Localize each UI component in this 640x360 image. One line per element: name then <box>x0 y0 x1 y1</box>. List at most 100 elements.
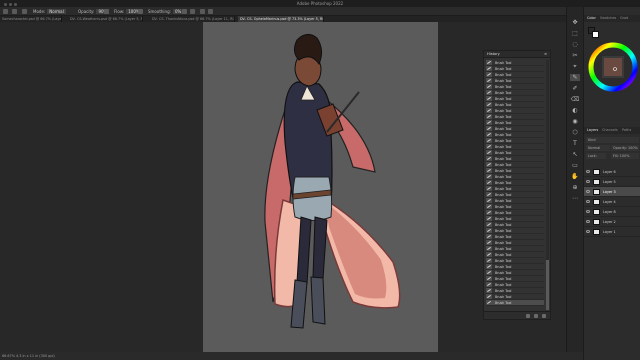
visibility-eye-icon[interactable] <box>586 200 590 203</box>
history-scroll-thumb[interactable] <box>546 260 549 310</box>
move-tool-icon[interactable]: ✥ <box>570 19 580 26</box>
type-tool-icon[interactable]: T <box>570 140 580 147</box>
brush-tool-icon <box>486 120 492 125</box>
mode-control[interactable]: Mode: Normal <box>33 9 66 14</box>
layer-name: Layer 2 <box>603 220 616 224</box>
path-select-tool-icon[interactable]: ↖ <box>570 151 580 158</box>
layer-row[interactable]: Layer 2 <box>584 217 640 227</box>
history-item-label: Brush Tool <box>495 216 512 221</box>
history-item-label: Brush Tool <box>495 210 512 215</box>
lock-controls[interactable]: Lock: <box>586 153 606 159</box>
history-item-label: Brush Tool <box>495 132 512 137</box>
layer-row[interactable]: Layer 3 <box>584 187 640 197</box>
eraser-tool-icon[interactable]: ⌫ <box>570 96 580 103</box>
visibility-eye-icon[interactable] <box>586 210 590 213</box>
symmetry-icon[interactable] <box>208 9 213 14</box>
history-item[interactable]: Brush Tool <box>486 300 544 306</box>
layer-row[interactable]: Layer 1 <box>584 227 640 237</box>
blend-mode-dropdown[interactable]: Normal <box>586 145 610 151</box>
secondary-tool-strip: ✥ ⬚ ◌ ✂ ⌖ ✎ ✐ ⌫ ◐ ◉ ⬡ T ↖ ▭ ✋ ⊕ ⋯ <box>566 7 583 352</box>
home-icon[interactable] <box>3 9 8 14</box>
history-list: Brush Tool Brush Tool Brush Tool Brush Tool… <box>486 60 544 310</box>
layer-thumbnail <box>593 179 600 185</box>
brush-settings-icon[interactable] <box>22 9 27 14</box>
opacity-label: Opacity: <box>78 9 95 14</box>
history-item-label: Brush Tool <box>495 192 512 197</box>
hand-tool-icon[interactable]: ✋ <box>570 173 580 180</box>
history-scrollbar[interactable] <box>546 60 549 310</box>
visibility-eye-icon[interactable] <box>586 230 590 233</box>
history-item-label: Brush Tool <box>495 180 512 185</box>
brush-tool-icon <box>486 66 492 71</box>
rectangle-tool-icon[interactable]: ▭ <box>570 162 580 169</box>
brush-tool-icon <box>486 270 492 275</box>
tab-gradients[interactable]: Grad <box>620 16 628 20</box>
history-item-label: Brush Tool <box>495 300 512 305</box>
history-item-label: Brush Tool <box>495 150 512 155</box>
history-footer <box>484 311 550 319</box>
layer-filter-kind[interactable]: Kind <box>586 137 639 143</box>
layer-opacity-control[interactable]: Opacity: 100% <box>611 145 639 151</box>
brush-tool-icon <box>486 234 492 239</box>
mode-dropdown[interactable]: Normal <box>47 9 66 14</box>
brush-tool-icon <box>486 144 492 149</box>
history-item-label: Brush Tool <box>495 240 512 245</box>
history-item-label: Brush Tool <box>495 102 512 107</box>
zoom-tool-icon[interactable]: ⊕ <box>570 184 580 191</box>
brush-preset-icon[interactable] <box>12 9 17 14</box>
background-color-swatch[interactable] <box>592 31 599 38</box>
brush-tool-icon <box>486 186 492 191</box>
visibility-eye-icon[interactable] <box>586 170 590 173</box>
tab-color[interactable]: Color <box>587 16 596 20</box>
pressure-opacity-icon[interactable] <box>104 9 109 14</box>
layer-row[interactable]: Layer 8 <box>584 207 640 217</box>
brush-tool-icon <box>486 252 492 257</box>
layer-thumbnail <box>593 189 600 195</box>
blur-tool-icon[interactable]: ◉ <box>570 118 580 125</box>
layer-row[interactable]: Layer 5 <box>584 177 640 187</box>
layer-name: Layer 4 <box>603 200 616 204</box>
visibility-eye-icon[interactable] <box>586 220 590 223</box>
pressure-size-icon[interactable] <box>200 9 205 14</box>
trash-icon[interactable] <box>542 314 546 318</box>
visibility-eye-icon[interactable] <box>586 180 590 183</box>
snapshot-icon[interactable] <box>534 314 538 318</box>
panel-menu-icon[interactable]: ≡ <box>544 52 547 56</box>
tab-paths[interactable]: Paths <box>622 128 631 132</box>
brush-tool-icon <box>486 246 492 251</box>
marquee-tool-icon[interactable]: ⬚ <box>570 30 580 37</box>
brush-tool-icon[interactable]: ✎ <box>570 74 580 81</box>
eyedropper-tool-icon[interactable]: ⌖ <box>570 63 580 70</box>
title-bar: Adobe Photoshop 2022 <box>0 0 640 7</box>
history-item-label: Brush Tool <box>495 276 512 281</box>
history-item-label: Brush Tool <box>495 258 512 263</box>
layer-fill-control[interactable]: Fill: 100% <box>611 153 639 159</box>
layer-row[interactable]: Layer 4 <box>584 197 640 207</box>
smoothing-control[interactable]: Smoothing: 0% <box>148 9 184 14</box>
tab-layers[interactable]: Layers <box>587 128 598 132</box>
more-tools-icon[interactable]: ⋯ <box>570 195 580 202</box>
smoothing-settings-icon[interactable] <box>182 9 187 14</box>
color-wheel[interactable] <box>588 42 638 92</box>
layer-row[interactable]: Layer 6 <box>584 167 640 177</box>
pencil-tool-icon[interactable]: ✐ <box>570 85 580 92</box>
crop-tool-icon[interactable]: ✂ <box>570 52 580 59</box>
visibility-eye-icon[interactable] <box>586 190 590 193</box>
dodge-tool-icon[interactable]: ◐ <box>570 107 580 114</box>
history-item-label: Brush Tool <box>495 204 512 209</box>
tab-channels[interactable]: Channels <box>602 128 618 132</box>
shape-tool-icon[interactable]: ⬡ <box>570 129 580 136</box>
angle-icon[interactable] <box>190 9 195 14</box>
status-bar: 66.67% 4.3 in x 11 in (300 ppi) <box>0 352 583 360</box>
new-document-from-state-icon[interactable] <box>526 314 530 318</box>
history-item-label: Brush Tool <box>495 96 512 101</box>
history-item-label: Brush Tool <box>495 228 512 233</box>
lasso-tool-icon[interactable]: ◌ <box>570 41 580 48</box>
history-item-label: Brush Tool <box>495 282 512 287</box>
brush-tool-icon <box>486 258 492 263</box>
history-item-label: Brush Tool <box>495 288 512 293</box>
tab-swatches[interactable]: Swatches <box>600 16 616 20</box>
document-canvas[interactable] <box>203 22 438 352</box>
history-title[interactable]: History <box>487 52 500 56</box>
airbrush-icon[interactable] <box>138 9 143 14</box>
